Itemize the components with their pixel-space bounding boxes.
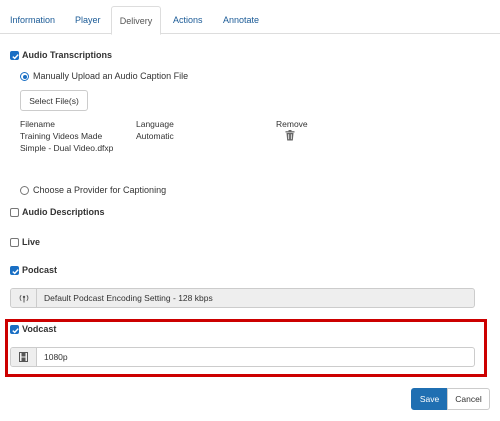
vodcast-checkbox[interactable] [10, 325, 19, 334]
check-icon [12, 54, 19, 60]
trash-icon[interactable] [285, 130, 295, 141]
select-files-button[interactable]: Select File(s) [20, 90, 88, 111]
tab-actions[interactable]: Actions [173, 10, 203, 34]
tab-delivery[interactable]: Delivery [111, 6, 161, 35]
podcast-antenna-icon [11, 289, 37, 307]
tab-information[interactable]: Information [10, 10, 55, 34]
podcast-checkbox[interactable] [10, 266, 19, 275]
audio-descriptions-label: Audio Descriptions [22, 207, 105, 217]
audio-transcriptions-checkbox[interactable] [10, 51, 19, 60]
language-header: Language [136, 119, 174, 129]
film-icon [11, 348, 37, 366]
file-language: Automatic [136, 131, 174, 141]
podcast-encoding-select[interactable]: Default Podcast Encoding Setting - 128 k… [10, 288, 475, 308]
vodcast-resolution-select[interactable]: 1080p [10, 347, 475, 367]
file-name-line2: Simple - Dual Video.dfxp [20, 143, 114, 153]
tab-bar: Information Player Delivery Actions Anno… [0, 0, 500, 35]
tab-annotate[interactable]: Annotate [223, 10, 259, 34]
file-name-line1: Training Videos Made [20, 131, 103, 141]
live-checkbox[interactable] [10, 238, 19, 247]
vodcast-resolution-value: 1080p [44, 352, 68, 362]
podcast-label: Podcast [22, 265, 58, 275]
manual-upload-label: Manually Upload an Audio Caption File [33, 71, 189, 81]
save-button[interactable]: Save [411, 388, 448, 410]
podcast-encoding-value: Default Podcast Encoding Setting - 128 k… [44, 293, 213, 303]
filename-header: Filename [20, 119, 55, 129]
audio-descriptions-checkbox[interactable] [10, 208, 19, 217]
provider-label: Choose a Provider for Captioning [33, 185, 167, 195]
manual-upload-radio[interactable] [20, 72, 29, 81]
cancel-button[interactable]: Cancel [447, 388, 490, 410]
provider-radio[interactable] [20, 186, 29, 195]
audio-transcriptions-label: Audio Transcriptions [22, 50, 113, 60]
check-icon [12, 328, 19, 334]
vodcast-label: Vodcast [22, 324, 57, 334]
check-icon [12, 269, 19, 275]
remove-header: Remove [276, 119, 308, 129]
tab-player[interactable]: Player [75, 10, 101, 34]
live-label: Live [22, 237, 41, 247]
